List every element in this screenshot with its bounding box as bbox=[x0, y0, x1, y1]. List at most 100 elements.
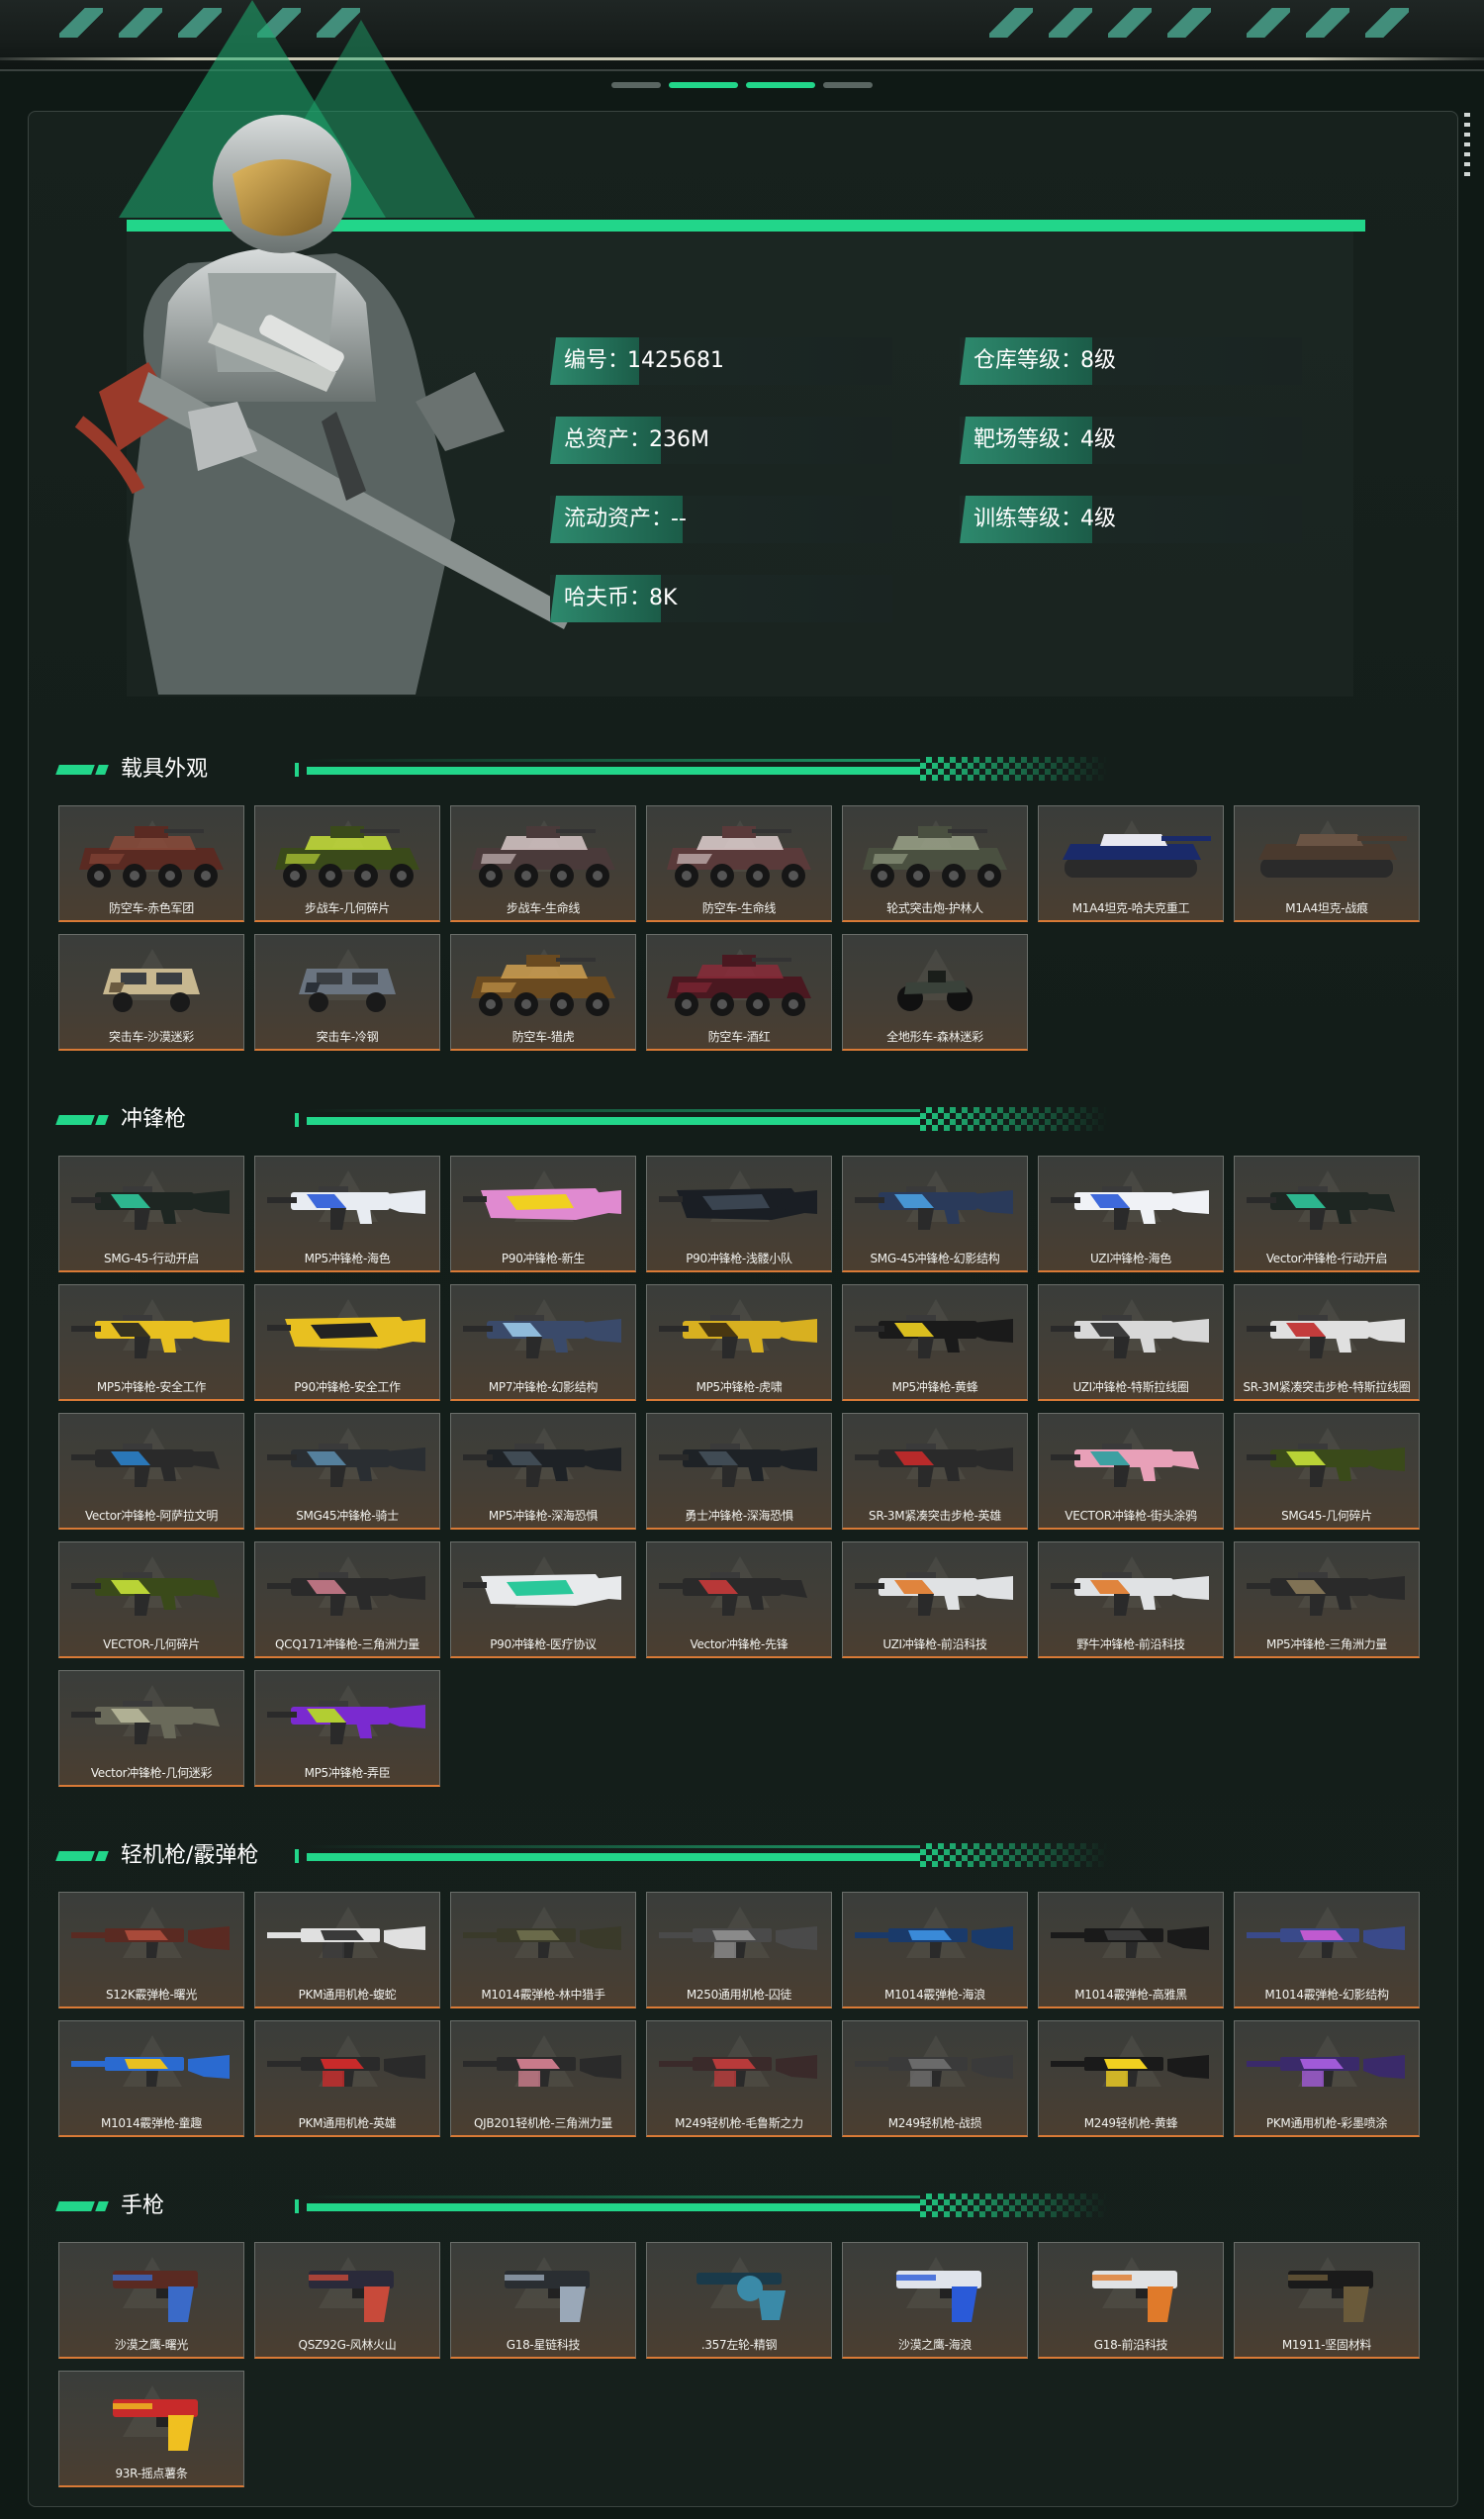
skin-name: SMG45-几何碎片 bbox=[1281, 1509, 1372, 1523]
stat-label: 流动资产： bbox=[550, 496, 684, 543]
skin-card[interactable]: 突击车-冷钢 bbox=[254, 934, 440, 1051]
skin-name: 93R-摇点薯条 bbox=[115, 2467, 188, 2480]
lmg-icon bbox=[457, 2029, 629, 2110]
skin-card[interactable]: Vector冲锋枪-几何迷彩 bbox=[58, 1670, 244, 1787]
skin-card[interactable]: S12K霰弹枪-曙光 bbox=[58, 1892, 244, 2008]
skin-card[interactable]: M1911-坚固材料 bbox=[1234, 2242, 1420, 2359]
skin-card[interactable]: M1A4坦克-哈夫克重工 bbox=[1038, 805, 1224, 922]
skin-card[interactable]: UZI冲锋枪-前沿科技 bbox=[842, 1541, 1028, 1658]
skin-card[interactable]: MP5冲锋枪-三角洲力量 bbox=[1234, 1541, 1420, 1658]
skin-card[interactable]: QCQ171冲锋枪-三角洲力量 bbox=[254, 1541, 440, 1658]
skin-name: P90冲锋枪-新生 bbox=[501, 1252, 586, 1265]
skin-card[interactable]: M1014霰弹枪-高雅黑 bbox=[1038, 1892, 1224, 2008]
smg-icon bbox=[1045, 1165, 1217, 1246]
skin-card[interactable]: M249轻机枪-战损 bbox=[842, 2020, 1028, 2137]
skin-name: M250通用机枪-囚徒 bbox=[686, 1988, 792, 2002]
skin-card[interactable]: SMG45-几何碎片 bbox=[1234, 1413, 1420, 1530]
skin-card[interactable]: MP5冲锋枪-黄蜂 bbox=[842, 1284, 1028, 1401]
skin-name: 沙漠之鹰-曙光 bbox=[114, 2338, 189, 2352]
skin-card[interactable]: MP5冲锋枪-安全工作 bbox=[58, 1284, 244, 1401]
skin-card[interactable]: 93R-摇点薯条 bbox=[58, 2371, 244, 2487]
skin-card[interactable]: M249轻机枪-毛鲁斯之力 bbox=[646, 2020, 832, 2137]
stripe-decoration bbox=[1365, 8, 1409, 38]
skin-card[interactable]: 沙漠之鹰-海浪 bbox=[842, 2242, 1028, 2359]
smg-icon bbox=[261, 1422, 433, 1503]
skin-card[interactable]: 轮式突击炮-护林人 bbox=[842, 805, 1028, 922]
skin-card[interactable]: M249轻机枪-黄蜂 bbox=[1038, 2020, 1224, 2137]
skin-card[interactable]: 突击车-沙漠迷彩 bbox=[58, 934, 244, 1051]
smg-icon bbox=[1241, 1293, 1413, 1374]
skin-card[interactable]: M250通用机枪-囚徒 bbox=[646, 1892, 832, 2008]
skin-card[interactable]: G18-星链科技 bbox=[450, 2242, 636, 2359]
smg-icon bbox=[1241, 1550, 1413, 1632]
skin-card[interactable]: M1014霰弹枪-海浪 bbox=[842, 1892, 1028, 2008]
smg-icon bbox=[65, 1293, 237, 1374]
skin-card[interactable]: P90冲锋枪-新生 bbox=[450, 1156, 636, 1272]
stripe-decoration bbox=[1167, 8, 1211, 38]
skin-card[interactable]: SMG45冲锋枪-骑士 bbox=[254, 1413, 440, 1530]
pistol-icon bbox=[849, 2251, 1021, 2332]
skin-name: M249轻机枪-战损 bbox=[887, 2116, 982, 2130]
skin-name: MP5冲锋枪-弄臣 bbox=[304, 1766, 391, 1780]
skin-card[interactable]: Vector冲锋枪-阿萨拉文明 bbox=[58, 1413, 244, 1530]
skin-card[interactable]: P90冲锋枪-医疗协议 bbox=[450, 1541, 636, 1658]
skin-card[interactable]: UZI冲锋枪-海色 bbox=[1038, 1156, 1224, 1272]
pistol-icon bbox=[65, 2251, 237, 2332]
skin-card[interactable]: 防空车-酒红 bbox=[646, 934, 832, 1051]
skin-card[interactable]: P90冲锋枪-安全工作 bbox=[254, 1284, 440, 1401]
skin-card[interactable]: MP5冲锋枪-深海恐惧 bbox=[450, 1413, 636, 1530]
skin-card[interactable]: 全地形车-森林迷彩 bbox=[842, 934, 1028, 1051]
skin-card[interactable]: M1014霰弹枪-幻影结构 bbox=[1234, 1892, 1420, 2008]
skin-card[interactable]: SMG-45冲锋枪-幻影结构 bbox=[842, 1156, 1028, 1272]
skin-card[interactable]: M1014霰弹枪-童趣 bbox=[58, 2020, 244, 2137]
section-title: 轻机枪/霰弹枪 bbox=[121, 1843, 259, 1868]
skin-card[interactable]: 野牛冲锋枪-前沿科技 bbox=[1038, 1541, 1224, 1658]
skin-card[interactable]: Vector冲锋枪-行动开启 bbox=[1234, 1156, 1420, 1272]
p90-icon bbox=[261, 1293, 433, 1374]
skin-card[interactable]: 防空车-生命线 bbox=[646, 805, 832, 922]
section-title: 手枪 bbox=[121, 2193, 165, 2218]
pistol-icon bbox=[1241, 2251, 1413, 2332]
skin-card[interactable]: PKM通用机枪-蝮蛇 bbox=[254, 1892, 440, 2008]
shotgun-icon bbox=[849, 1901, 1021, 1982]
skin-card[interactable]: 步战车-生命线 bbox=[450, 805, 636, 922]
skin-name: 防空车-猎虎 bbox=[511, 1030, 575, 1044]
p90-icon bbox=[457, 1550, 629, 1632]
skin-card[interactable]: MP5冲锋枪-虎啸 bbox=[646, 1284, 832, 1401]
skin-card[interactable]: VECTOR冲锋枪-街头涂鸦 bbox=[1038, 1413, 1224, 1530]
skin-card[interactable]: M1A4坦克-战痕 bbox=[1234, 805, 1420, 922]
skin-card[interactable]: VECTOR-几何碎片 bbox=[58, 1541, 244, 1658]
skin-name: M1014霰弹枪-林中猎手 bbox=[481, 1988, 605, 2002]
skin-name: 突击车-沙漠迷彩 bbox=[109, 1030, 194, 1044]
shotgun-icon bbox=[457, 1901, 629, 1982]
skin-card[interactable]: 勇士冲锋枪-深海恐惧 bbox=[646, 1413, 832, 1530]
skin-name: SMG-45冲锋枪-幻影结构 bbox=[870, 1252, 1000, 1265]
skin-card[interactable]: SR-3M紧凑突击步枪-特斯拉线圈 bbox=[1234, 1284, 1420, 1401]
skin-card[interactable]: Vector冲锋枪-先锋 bbox=[646, 1541, 832, 1658]
skin-card[interactable]: QJB201轻机枪-三角洲力量 bbox=[450, 2020, 636, 2137]
smg-icon bbox=[849, 1165, 1021, 1246]
skin-card[interactable]: 防空车-赤色军团 bbox=[58, 805, 244, 922]
skin-card[interactable]: MP5冲锋枪-弄臣 bbox=[254, 1670, 440, 1787]
skin-card[interactable]: 步战车-几何碎片 bbox=[254, 805, 440, 922]
skin-card[interactable]: PKM通用机枪-英雄 bbox=[254, 2020, 440, 2137]
skin-card[interactable]: SMG-45-行动开启 bbox=[58, 1156, 244, 1272]
skin-card[interactable]: M1014霰弹枪-林中猎手 bbox=[450, 1892, 636, 2008]
section-header-pistol: 手枪 bbox=[55, 2192, 1108, 2221]
stat-total-assets: 总资产： 236M bbox=[550, 417, 892, 464]
scroll-handle[interactable] bbox=[1464, 113, 1470, 182]
stat-value: 4级 bbox=[1080, 507, 1116, 531]
skin-card[interactable]: G18-前沿科技 bbox=[1038, 2242, 1224, 2359]
stripe-decoration bbox=[1306, 8, 1349, 38]
skin-card[interactable]: SR-3M紧凑突击步枪-英雄 bbox=[842, 1413, 1028, 1530]
skin-card[interactable]: .357左轮-精钢 bbox=[646, 2242, 832, 2359]
stat-value: 8级 bbox=[1080, 348, 1116, 373]
skin-card[interactable]: P90冲锋枪-浅髅小队 bbox=[646, 1156, 832, 1272]
skin-card[interactable]: 防空车-猎虎 bbox=[450, 934, 636, 1051]
skin-card[interactable]: PKM通用机枪-彩墨喷涂 bbox=[1234, 2020, 1420, 2137]
skin-card[interactable]: MP5冲锋枪-海色 bbox=[254, 1156, 440, 1272]
skin-card[interactable]: MP7冲锋枪-幻影结构 bbox=[450, 1284, 636, 1401]
skin-card[interactable]: UZI冲锋枪-特斯拉线圈 bbox=[1038, 1284, 1224, 1401]
skin-card[interactable]: 沙漠之鹰-曙光 bbox=[58, 2242, 244, 2359]
skin-card[interactable]: QSZ92G-风林火山 bbox=[254, 2242, 440, 2359]
